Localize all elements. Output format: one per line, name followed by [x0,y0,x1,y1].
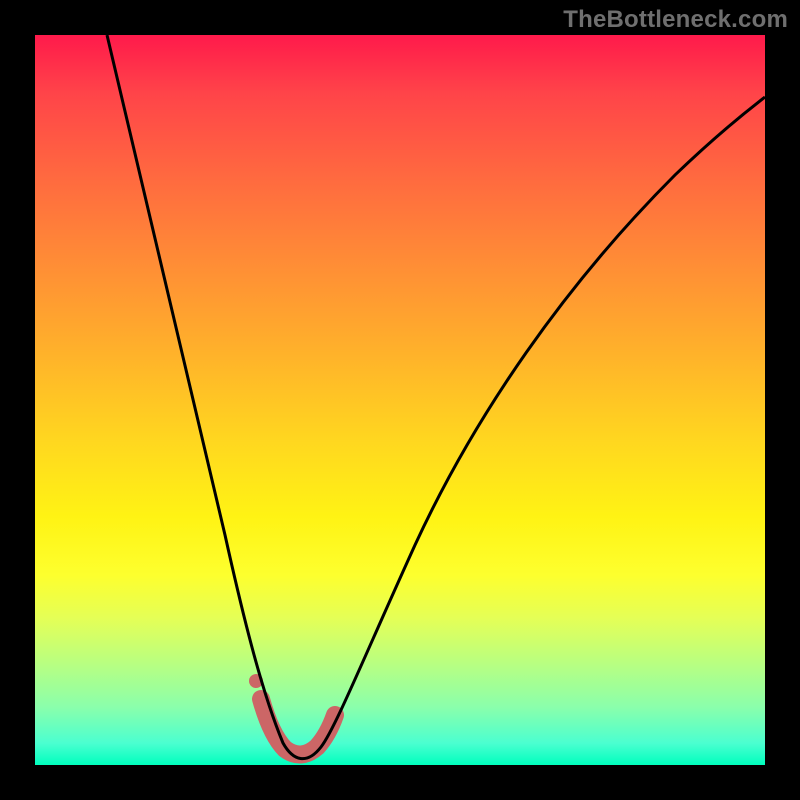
optimal-zone-highlight [261,699,335,755]
plot-area [35,35,765,765]
bottleneck-curve [107,35,765,759]
curve-svg [35,35,765,765]
watermark-text: TheBottleneck.com [563,6,788,34]
chart-frame: TheBottleneck.com [0,0,800,800]
